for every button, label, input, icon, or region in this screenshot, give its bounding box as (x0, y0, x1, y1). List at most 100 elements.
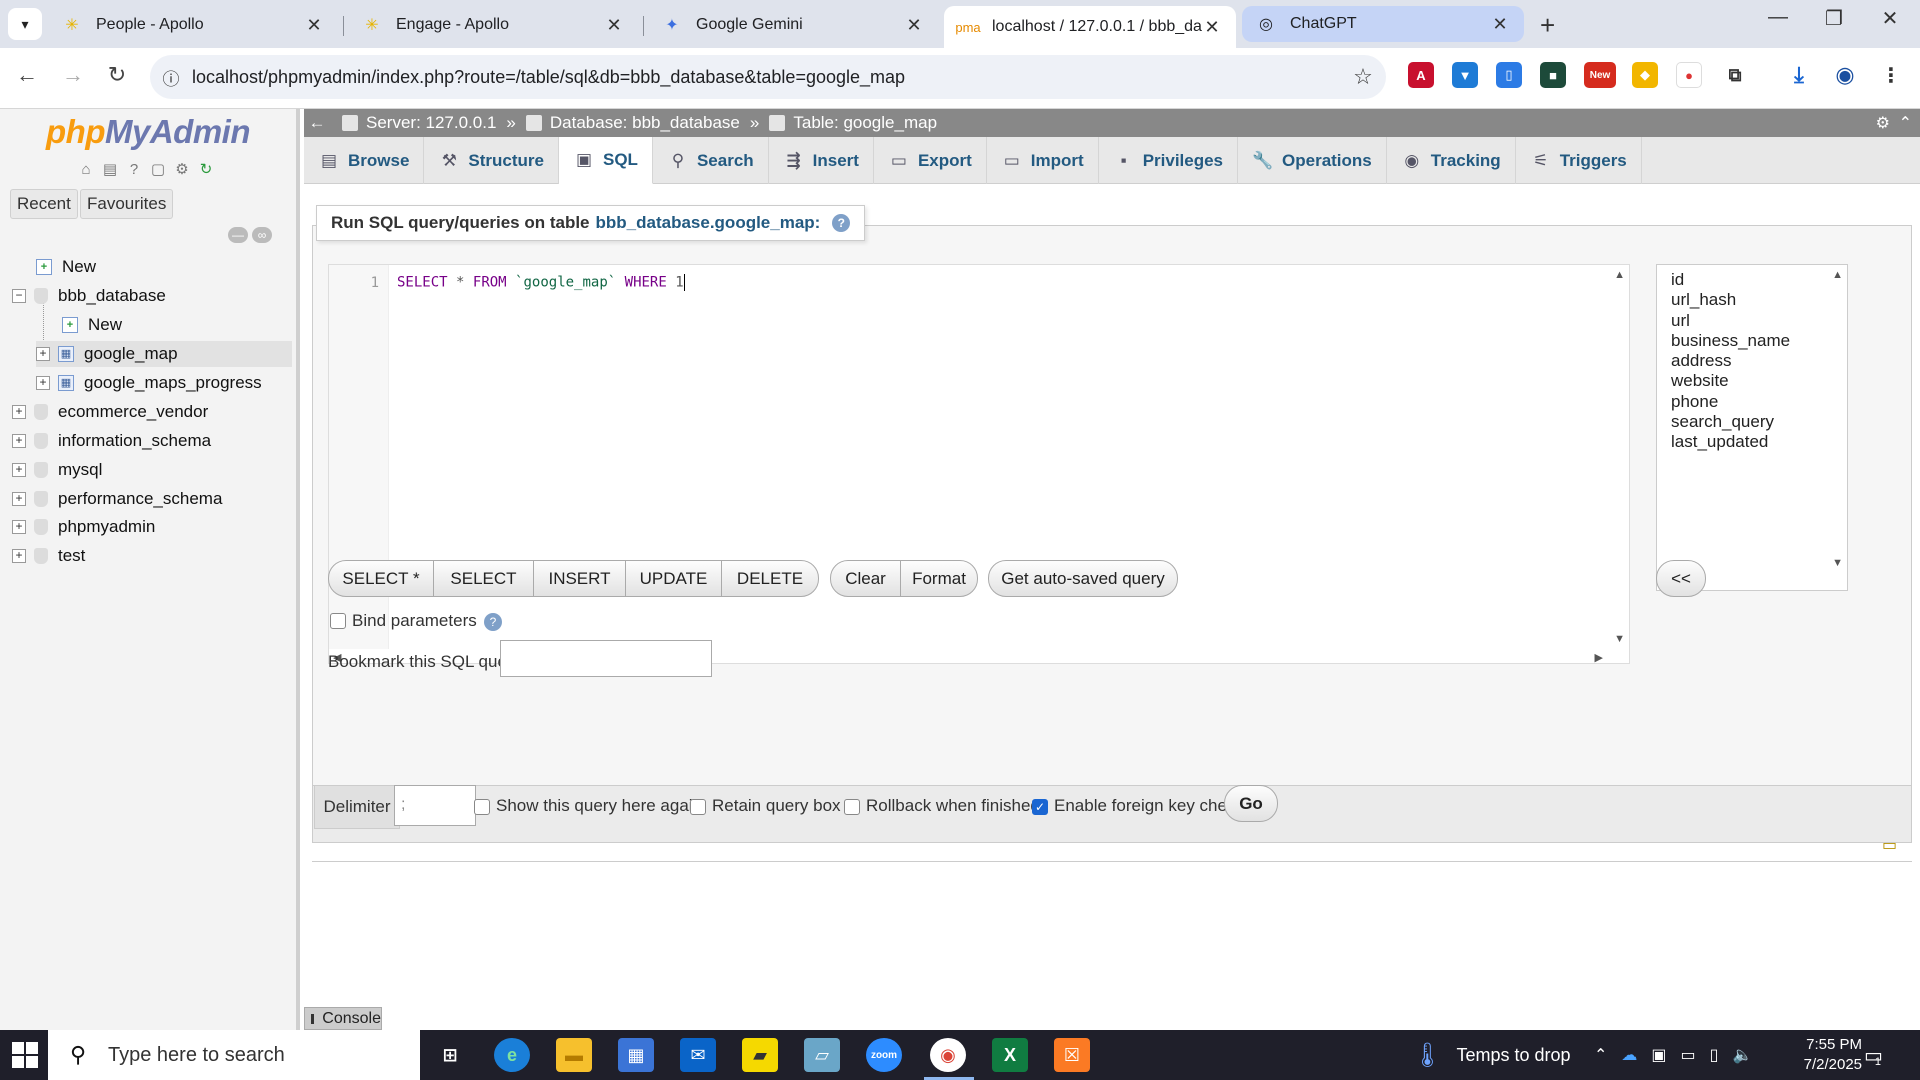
settings-gear-icon[interactable]: ⚙ (172, 159, 192, 179)
tab-triggers[interactable]: ⚟ Triggers (1516, 137, 1642, 184)
extensions-puzzle-icon[interactable]: ⧉ (1722, 62, 1748, 88)
store-icon[interactable]: ▦ (618, 1038, 654, 1072)
menu-kebab-icon[interactable]: ⋮ (1878, 62, 1904, 88)
tree-item-bbb_database[interactable]: − bbb_database (12, 283, 296, 309)
foreign-key-checks-checkbox[interactable]: ✓ (1032, 799, 1048, 815)
scroll-right-icon[interactable]: ▶ (1595, 651, 1603, 664)
download-icon[interactable]: ⤓ (1786, 62, 1812, 88)
reload-icon[interactable]: ↻ (102, 62, 132, 88)
notepad-icon[interactable]: ▱ (804, 1038, 840, 1072)
tab-search[interactable]: ⚲ Search (653, 137, 769, 184)
browser-tab-google-gemini[interactable]: ✦ Google Gemini ✕ (648, 6, 938, 44)
select-button[interactable]: SELECT (433, 560, 534, 597)
tab-sql[interactable]: ▣ SQL (559, 137, 653, 184)
onedrive-icon[interactable]: ☁ (1621, 1045, 1637, 1065)
insert-columns-button[interactable]: << (1656, 560, 1706, 597)
home-icon[interactable]: ⌂ (76, 159, 96, 179)
table-link[interactable]: bbb_database.google_map: (596, 213, 821, 233)
scroll-down-icon[interactable]: ▼ (1832, 557, 1843, 569)
console-toggle[interactable]: Console (304, 1007, 382, 1030)
expand-tree-icon[interactable]: + (12, 549, 26, 563)
docs-extension-icon[interactable]: ▯ (1496, 62, 1522, 88)
pdf-extension-icon[interactable]: A (1408, 62, 1434, 88)
column-option[interactable]: website (1671, 371, 1729, 391)
sticky-notes-icon[interactable]: ▰ (742, 1038, 778, 1072)
close-tab-icon[interactable]: ✕ (1202, 17, 1222, 38)
select-star-button[interactable]: SELECT * (328, 560, 434, 597)
clock[interactable]: 7:55 PM 7/2/2025 (1804, 1035, 1862, 1075)
new-badge-extension-icon[interactable]: New (1584, 62, 1616, 88)
scroll-up-icon[interactable]: ▲ (1832, 269, 1843, 281)
windows-start-icon[interactable] (12, 1042, 38, 1068)
sql-code-line[interactable]: SELECT * FROM `google_map` WHERE 1 (397, 274, 685, 291)
tree-item-information_schema[interactable]: + information_schema (12, 428, 296, 454)
weather-widget[interactable]: 🌡 Temps to drop (1412, 1030, 1571, 1080)
column-option[interactable]: url (1671, 311, 1690, 331)
tree-item-phpmyadmin[interactable]: + phpmyadmin (12, 514, 296, 540)
browser-tab-phpmyadmin[interactable]: pma localhost / 127.0.0.1 / bbb_data ✕ (944, 6, 1236, 48)
close-tab-icon[interactable]: ✕ (1490, 14, 1510, 35)
forward-icon[interactable]: → (58, 62, 88, 88)
taskbar-search[interactable]: ⚲ Type here to search (48, 1030, 420, 1080)
help-icon[interactable]: ? (832, 214, 851, 232)
column-option[interactable]: url_hash (1671, 290, 1736, 310)
mail-icon[interactable]: ✉ (680, 1038, 716, 1072)
excel-icon[interactable]: X (992, 1038, 1028, 1072)
reload-nav-icon[interactable]: ↻ (196, 159, 216, 179)
expand-tree-icon[interactable]: + (12, 492, 26, 506)
settings-gear-icon[interactable]: ⚙ (1876, 113, 1890, 133)
tab-export[interactable]: ▭ Export (874, 137, 987, 184)
shield-extension-icon[interactable]: ▼ (1452, 62, 1478, 88)
notes-icon[interactable]: ▭ (1882, 835, 1897, 855)
column-option[interactable]: address (1671, 351, 1731, 371)
tab-operations[interactable]: 🔧 Operations (1238, 137, 1387, 184)
zoom-icon[interactable]: zoom (866, 1038, 902, 1072)
tab-privileges[interactable]: ▪ Privileges (1099, 137, 1239, 184)
bookmark-star-icon[interactable]: ☆ (1340, 64, 1386, 90)
close-window-icon[interactable]: ✕ (1870, 6, 1910, 31)
column-option[interactable]: id (1671, 270, 1684, 290)
pokeball-extension-icon[interactable]: ● (1676, 62, 1702, 88)
edge-icon[interactable]: e (494, 1038, 530, 1072)
tab-structure[interactable]: ⚒ Structure (424, 137, 559, 184)
expand-tree-icon[interactable]: + (36, 347, 50, 361)
link-with-main-icon[interactable]: ∞ (252, 227, 272, 243)
tree-item-new-table[interactable]: + New (62, 312, 296, 338)
close-tab-icon[interactable]: ✕ (904, 15, 924, 36)
logout-icon[interactable]: ▤ (100, 159, 120, 179)
file-explorer-icon[interactable]: ▬ (556, 1038, 592, 1072)
restore-icon[interactable]: ❐ (1814, 6, 1854, 31)
scroll-up-icon[interactable]: ▲ (1614, 269, 1625, 281)
collapse-tree-icon[interactable]: − (12, 289, 26, 303)
profile-avatar-icon[interactable]: ◉ (1832, 62, 1858, 88)
browser-tab-chatgpt[interactable]: ◎ ChatGPT ✕ (1242, 6, 1524, 42)
column-option[interactable]: business_name (1671, 331, 1790, 351)
minimize-icon[interactable]: — (1758, 6, 1798, 29)
update-button[interactable]: UPDATE (625, 560, 722, 597)
close-tab-icon[interactable]: ✕ (304, 15, 324, 36)
battery-icon[interactable]: ▭ (1681, 1045, 1696, 1065)
tab-import[interactable]: ▭ Import (987, 137, 1099, 184)
tree-item-ecommerce_vendor[interactable]: + ecommerce_vendor (12, 399, 296, 425)
xampp-icon[interactable]: ☒ (1054, 1038, 1090, 1072)
show-hidden-icons-icon[interactable]: ⌃ (1594, 1045, 1607, 1065)
new-tab-button[interactable]: + (1540, 10, 1555, 41)
breadcrumb-database[interactable]: Database: bbb_database (525, 113, 740, 133)
tab-insert[interactable]: ⇶ Insert (769, 137, 874, 184)
column-option[interactable]: phone (1671, 392, 1718, 412)
tree-item-google_maps_progress[interactable]: + ▦ google_maps_progress (36, 370, 296, 396)
collapse-nav-icon[interactable]: ← (304, 113, 330, 133)
chrome-icon[interactable]: ◉ (930, 1038, 966, 1072)
columns-list[interactable]: id url_hash url business_name address we… (1656, 264, 1848, 591)
tree-item-performance_schema[interactable]: + performance_schema (12, 486, 296, 512)
delimiter-input[interactable]: ; (394, 785, 476, 826)
task-view-icon[interactable]: ⊞ (432, 1038, 468, 1072)
keep-extension-icon[interactable]: ◆ (1632, 62, 1658, 88)
tree-item-mysql[interactable]: + mysql (12, 457, 296, 483)
expand-tree-icon[interactable]: + (12, 463, 26, 477)
sql-editor[interactable]: 1 SELECT * FROM `google_map` WHERE 1 ▲ ▼… (328, 264, 1630, 664)
phpmyadmin-logo[interactable]: phpMyAdmin (46, 113, 250, 151)
expand-tree-icon[interactable]: + (12, 405, 26, 419)
camera-icon[interactable]: ▣ (1651, 1045, 1666, 1065)
clear-button[interactable]: Clear (830, 560, 901, 597)
